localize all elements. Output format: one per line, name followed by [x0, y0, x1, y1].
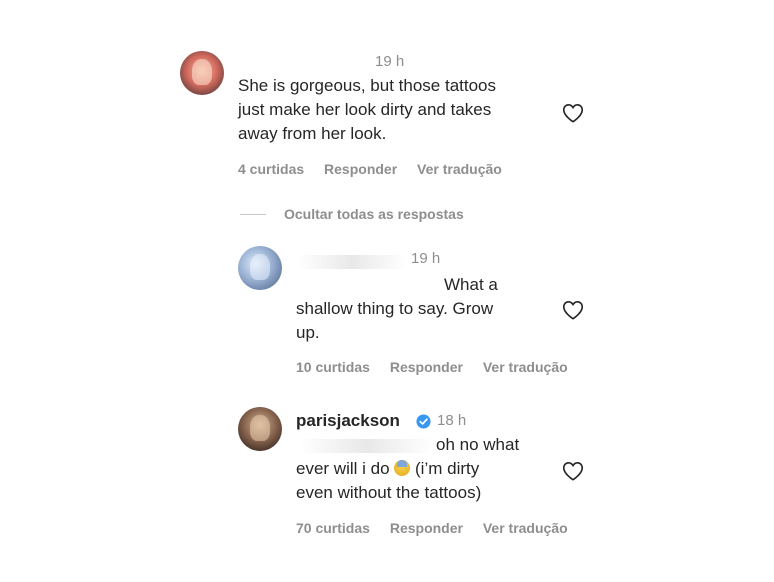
- hide-replies-button[interactable]: Ocultar todas as respostas: [240, 206, 464, 222]
- divider: [240, 213, 266, 215]
- heart-icon[interactable]: [562, 300, 584, 320]
- reply-text-line: even without the tattoos): [296, 483, 482, 502]
- avatar-image: [250, 415, 270, 441]
- anxious-face-emoji-icon: [394, 460, 411, 476]
- reply-button[interactable]: Responder: [390, 520, 463, 536]
- reply-timestamp: 18 h: [437, 412, 467, 429]
- avatar-image: [250, 254, 270, 280]
- reply-button[interactable]: Responder: [324, 161, 397, 177]
- redacted-username: [297, 255, 407, 269]
- reply-text-line: up.: [296, 323, 320, 342]
- reply-text-line: What a: [444, 275, 498, 294]
- reply-text-fragment: (i’m dirty: [415, 459, 480, 478]
- username[interactable]: parisjackson: [296, 411, 400, 431]
- reply-timestamp: 19 h: [411, 250, 441, 267]
- likes-count[interactable]: 10 curtidas: [296, 359, 370, 375]
- avatar[interactable]: [180, 51, 224, 95]
- reply-text: What a shallow thing to say. Grow up.: [296, 273, 498, 345]
- reply-text-line: shallow thing to say. Grow: [296, 299, 494, 318]
- translate-button[interactable]: Ver tradução: [417, 161, 502, 177]
- translate-button[interactable]: Ver tradução: [483, 520, 568, 536]
- hide-replies-label: Ocultar todas as respostas: [284, 206, 464, 222]
- likes-count[interactable]: 70 curtidas: [296, 520, 370, 536]
- reply-text-line-with-emoji: ever will i do (i’m dirty: [296, 457, 519, 481]
- comment-text: She is gorgeous, but those tattoos just …: [238, 74, 496, 146]
- avatar-image: [192, 59, 212, 85]
- reply-text: oh no what ever will i do (i’m dirty eve…: [296, 433, 519, 505]
- comment-text-line: just make her look dirty and takes: [238, 100, 492, 119]
- comment-timestamp: 19 h: [375, 53, 405, 70]
- heart-icon[interactable]: [562, 461, 584, 481]
- reply-actions: 70 curtidas Responder Ver tradução: [296, 520, 584, 536]
- comments-panel: 19 h She is gorgeous, but those tattoos …: [165, 30, 607, 558]
- reply-text-fragment: ever will i do: [296, 459, 390, 478]
- comment-actions: 4 curtidas Responder Ver tradução: [238, 161, 518, 177]
- avatar[interactable]: [238, 246, 282, 290]
- verified-badge-icon: [416, 414, 431, 429]
- likes-count[interactable]: 4 curtidas: [238, 161, 304, 177]
- screenshot-page: 19 h She is gorgeous, but those tattoos …: [0, 0, 774, 582]
- reply-actions: 10 curtidas Responder Ver tradução: [296, 359, 584, 375]
- reply-text-line: oh no what: [436, 435, 520, 454]
- comment-text-line: away from her look.: [238, 124, 387, 143]
- translate-button[interactable]: Ver tradução: [483, 359, 568, 375]
- comment-text-line: She is gorgeous, but those tattoos: [238, 76, 497, 95]
- avatar[interactable]: [238, 407, 282, 451]
- heart-icon[interactable]: [562, 103, 584, 123]
- reply-button[interactable]: Responder: [390, 359, 463, 375]
